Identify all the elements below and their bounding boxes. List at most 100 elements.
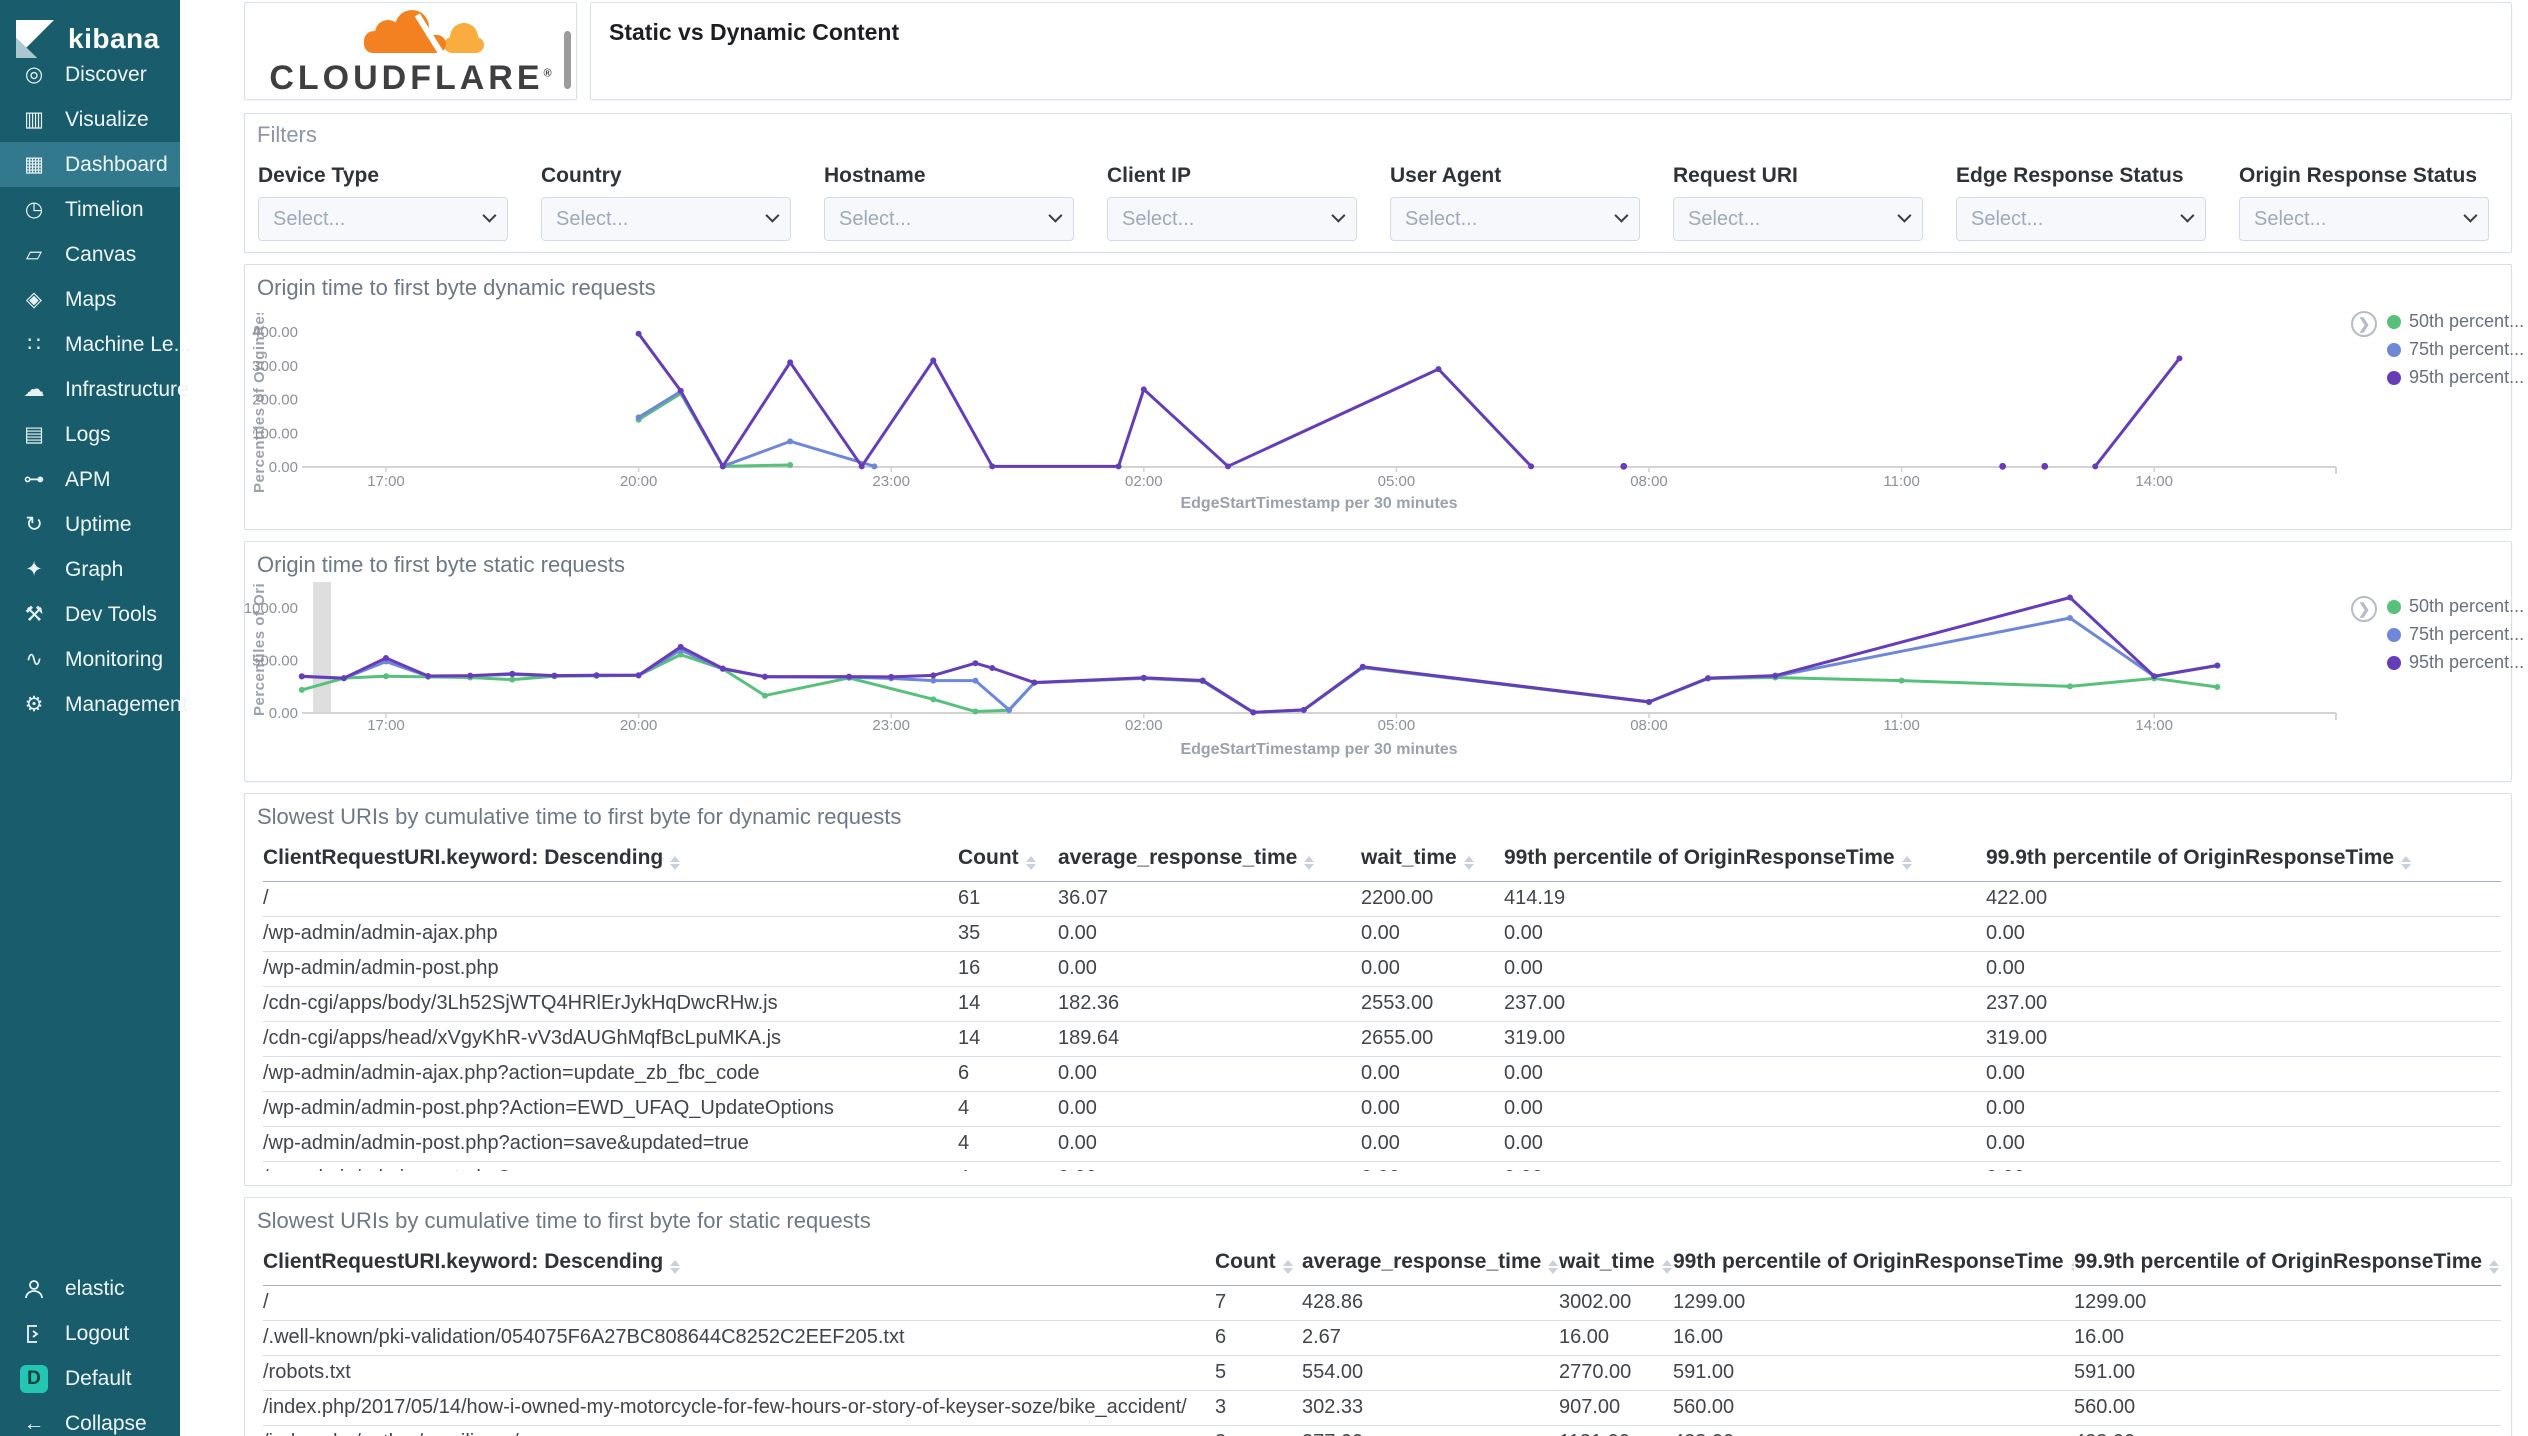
sidebar-item-machine-learning[interactable]: ∷ Machine Le... — [0, 322, 191, 367]
column-header[interactable]: 99.9th percentile of OriginResponseTime — [2074, 1244, 2501, 1286]
chart-title: Origin time to first byte dynamic reques… — [257, 275, 656, 300]
sort-icon[interactable] — [1282, 1260, 1293, 1274]
sort-icon[interactable] — [1548, 1260, 1559, 1274]
filter-origin-response-status: Origin Response Status Select... — [2239, 164, 2489, 241]
device-type-select[interactable]: Select... — [258, 197, 508, 241]
cell: 16.00 — [2074, 1320, 2501, 1356]
column-header[interactable]: 99th percentile of OriginResponseTime — [1673, 1244, 2074, 1286]
data-point — [1359, 663, 1366, 670]
sidebar-item-elastic-user[interactable]: elastic — [0, 1266, 180, 1311]
sidebar-item-infrastructure[interactable]: ☁ Infrastructure — [0, 367, 189, 412]
sort-icon[interactable] — [670, 856, 681, 870]
data-point — [509, 676, 516, 683]
column-header[interactable]: ClientRequestURI.keyword: Descending — [263, 840, 958, 882]
sort-icon[interactable] — [1463, 856, 1474, 870]
cell: 560.00 — [1673, 1390, 2074, 1426]
sort-icon[interactable] — [1661, 1260, 1672, 1274]
column-header[interactable]: 99.9th percentile of OriginResponseTime — [1986, 840, 2501, 882]
sort-icon[interactable] — [2401, 856, 2412, 870]
dynamic-requests-chart[interactable]: 17:00 20:00 23:00 02:00 05:00 08:00 11:00 14:00… — [245, 305, 2513, 527]
cell: 16 — [958, 951, 1058, 987]
column-header[interactable]: ClientRequestURI.keyword: Descending — [263, 1244, 1215, 1286]
column-header[interactable]: Count — [958, 840, 1058, 882]
y-tick-label: 500.00 — [252, 653, 298, 670]
static-requests-chart[interactable]: 17:00 20:00 23:00 02:00 05:00 08:00 11:00 14:00… — [245, 578, 2513, 778]
x-tick-label: 20:00 — [620, 717, 658, 734]
hostname-select[interactable]: Select... — [824, 197, 1074, 241]
sidebar-item-collapse[interactable]: ← Collapse — [0, 1401, 180, 1436]
table-scroll-area[interactable]: ClientRequestURI.keyword: Descending Coun… — [263, 1244, 2501, 1436]
y-tick-label: 0.00 — [269, 705, 298, 722]
table-row: /61 36.07 2200.00 414.19 422.00 — [263, 881, 2501, 917]
data-point — [298, 686, 305, 693]
request-uri-select[interactable]: Select... — [1673, 197, 1923, 241]
data-point — [1620, 462, 1628, 470]
sort-icon[interactable] — [1025, 856, 1036, 870]
cell: 6 — [958, 1056, 1058, 1092]
sidebar-item-maps[interactable]: ◈ Maps — [0, 277, 180, 322]
cell: 591.00 — [1673, 1355, 2074, 1391]
cell: 3 — [1215, 1425, 1302, 1436]
sort-icon[interactable] — [1901, 856, 1912, 870]
legend-item-75th[interactable]: 75th percent... — [2387, 624, 2524, 645]
column-header[interactable]: average_response_time — [1058, 840, 1361, 882]
sidebar-item-visualize[interactable]: ▥ Visualize — [0, 97, 180, 142]
table-scroll-area[interactable]: ClientRequestURI.keyword: Descending Coun… — [263, 840, 2501, 1171]
column-header[interactable]: average_response_time — [1302, 1244, 1559, 1286]
cell: / — [263, 1285, 1215, 1321]
sidebar-item-space-default[interactable]: D Default — [0, 1356, 180, 1401]
country-select[interactable]: Select... — [541, 197, 791, 241]
sort-icon[interactable] — [1304, 856, 1315, 870]
legend-toggle-icon[interactable]: ❯ — [2351, 596, 2377, 622]
sidebar-item-apm[interactable]: ⊶ APM — [0, 457, 180, 502]
x-tick-label: 08:00 — [1630, 717, 1668, 734]
data-point — [1898, 677, 1905, 684]
sort-icon[interactable] — [670, 1260, 681, 1274]
logo-panel-scrollbar[interactable] — [564, 31, 571, 89]
column-header[interactable]: wait_time — [1361, 840, 1504, 882]
legend-item-95th[interactable]: 95th percent... — [2387, 652, 2524, 673]
sidebar-item-logout[interactable]: Logout — [0, 1311, 180, 1356]
data-point — [858, 463, 865, 470]
edge-response-status-select[interactable]: Select... — [1956, 197, 2206, 241]
sort-icon[interactable] — [2489, 1260, 2500, 1274]
cell: 423.00 — [1673, 1425, 2074, 1436]
sidebar-item-discover[interactable]: ◎ Discover — [0, 52, 180, 97]
legend-item-50th[interactable]: 50th percent... — [2387, 596, 2524, 617]
data-point — [635, 330, 642, 337]
chart-legend: ❯ 50th percent... 75th percent... 95th p… — [2351, 596, 2524, 673]
user-agent-select[interactable]: Select... — [1390, 197, 1640, 241]
sidebar-bottom-nav: elastic Logout D Default ← Collapse — [0, 1266, 180, 1436]
column-header[interactable]: Count — [1215, 1244, 1302, 1286]
legend-toggle-icon[interactable]: ❯ — [2351, 311, 2377, 337]
x-tick-label: 11:00 — [1883, 473, 1919, 490]
x-tick-label: 23:00 — [872, 717, 910, 734]
sidebar-item-dev-tools[interactable]: ⚒ Dev Tools — [0, 592, 180, 637]
origin-response-status-select[interactable]: Select... — [2239, 197, 2489, 241]
sidebar-item-management[interactable]: ⚙ Management — [0, 682, 188, 727]
sidebar-item-logs[interactable]: ▤ Logs — [0, 412, 180, 457]
sidebar-item-graph[interactable]: ✦ Graph — [0, 547, 180, 592]
legend-item-95th[interactable]: 95th percent... — [2387, 367, 2524, 388]
table-row: /.well-known/pki-validation/054075F6A27B… — [263, 1320, 2501, 1356]
discover-icon: ◎ — [24, 63, 44, 86]
table-row: /cdn-cgi/apps/head/xVgyKhR-vV3dAUGhMqfBc… — [263, 1021, 2501, 1057]
column-header[interactable]: wait_time — [1559, 1244, 1673, 1286]
legend-item-75th[interactable]: 75th percent... — [2387, 339, 2524, 360]
data-point — [2176, 355, 2183, 362]
sidebar-item-uptime[interactable]: ↻ Uptime — [0, 502, 180, 547]
chevron-down-icon — [2180, 208, 2195, 223]
sidebar-item-canvas[interactable]: ▱ Canvas — [0, 232, 180, 277]
sidebar-item-monitoring[interactable]: ∿ Monitoring — [0, 637, 180, 682]
sidebar-item-dashboard[interactable]: ▦ Dashboard — [0, 142, 180, 187]
column-header[interactable]: 99th percentile of OriginResponseTime — [1504, 840, 1986, 882]
legend-dot — [2387, 370, 2401, 385]
sidebar-item-timelion[interactable]: ◷ Timelion — [0, 187, 180, 232]
cloudflare-logo-panel: CLOUDFLARE® — [244, 2, 577, 100]
cell: 0.00 — [1504, 1091, 1986, 1127]
client-ip-select[interactable]: Select... — [1107, 197, 1357, 241]
legend-item-50th[interactable]: 50th percent... — [2387, 311, 2524, 332]
cell: 2770.00 — [1559, 1355, 1673, 1391]
cell: 3 — [1215, 1390, 1302, 1426]
y-tick-label: 0.00 — [269, 459, 298, 476]
